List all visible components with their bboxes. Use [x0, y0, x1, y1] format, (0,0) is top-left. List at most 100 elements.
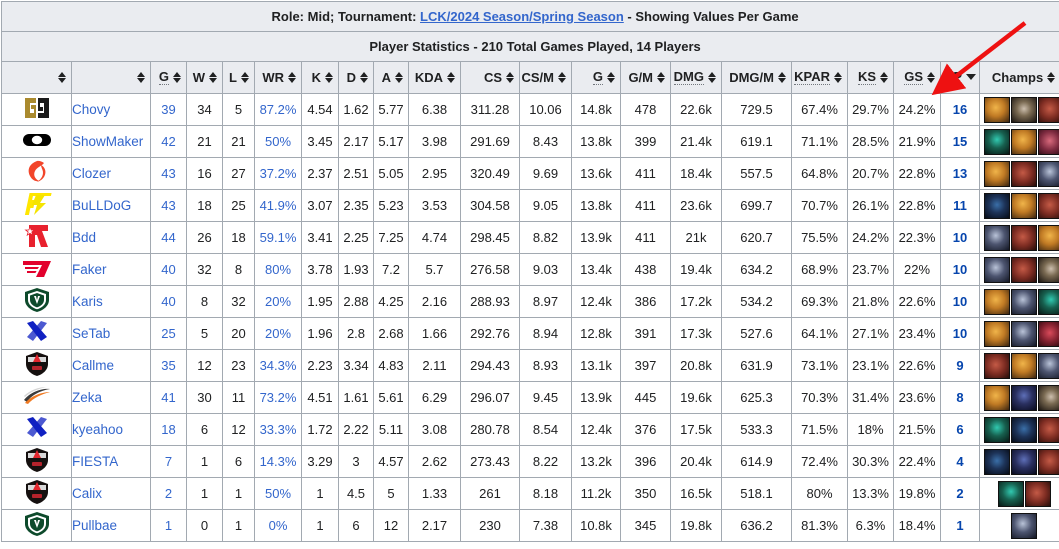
player-name-cell[interactable]: FIESTA — [72, 446, 151, 478]
column-header-kda[interactable]: KDA — [409, 62, 461, 94]
team-logo-hanwha-life[interactable] — [2, 510, 72, 542]
team-logo-t1[interactable] — [2, 254, 72, 286]
player-name-cell[interactable]: kyeahoo — [72, 414, 151, 446]
sort-toggle-icon[interactable] — [708, 71, 717, 84]
champion-akali-icon[interactable] — [1011, 417, 1037, 443]
player-name-cell[interactable]: Chovy — [72, 94, 151, 126]
champion-neeko-icon[interactable] — [1038, 257, 1059, 283]
champion-ahri-icon[interactable] — [1038, 289, 1059, 315]
champion-taliyah-icon[interactable] — [1011, 257, 1037, 283]
player-name-cell[interactable]: Faker — [72, 254, 151, 286]
player-link[interactable]: kyeahoo — [72, 422, 123, 437]
column-header-dmgm[interactable]: DMG/M — [722, 62, 792, 94]
player-link[interactable]: Callme — [72, 358, 114, 373]
champion-neeko-icon[interactable] — [1011, 97, 1037, 123]
sort-toggle-icon[interactable] — [880, 71, 889, 84]
sort-toggle-icon[interactable] — [607, 71, 616, 84]
champion-taliyah-icon[interactable] — [1038, 449, 1059, 475]
team-logo-oksavingsbank-brion[interactable] — [2, 478, 72, 510]
column-header-l[interactable]: L — [223, 62, 255, 94]
player-link[interactable]: Clozer — [72, 166, 111, 181]
champion-orianna-icon[interactable] — [984, 257, 1010, 283]
column-header-cp[interactable]: CP — [941, 62, 980, 94]
champion-yone-icon[interactable] — [1038, 321, 1059, 347]
player-name-cell[interactable]: BuLLDoG — [72, 190, 151, 222]
player-name-cell[interactable]: Bdd — [72, 222, 151, 254]
column-header-gold[interactable]: G — [572, 62, 621, 94]
player-link[interactable]: Pullbae — [72, 518, 117, 533]
champion-taliyah-icon[interactable] — [984, 353, 1010, 379]
column-header-player[interactable] — [72, 62, 151, 94]
column-header-w[interactable]: W — [187, 62, 223, 94]
sort-desc-icon[interactable] — [966, 71, 975, 84]
sort-toggle-icon[interactable] — [173, 71, 182, 84]
team-logo-gen-g[interactable] — [2, 94, 72, 126]
column-header-team[interactable] — [2, 62, 72, 94]
sort-toggle-icon[interactable] — [558, 71, 567, 84]
column-header-gm[interactable]: G/M — [621, 62, 671, 94]
team-logo-hanwha-life[interactable] — [2, 286, 72, 318]
player-name-cell[interactable]: Calix — [72, 478, 151, 510]
sort-toggle-icon[interactable] — [395, 71, 404, 84]
sort-toggle-icon[interactable] — [288, 71, 297, 84]
champion-taliyah-icon[interactable] — [1038, 97, 1059, 123]
player-link[interactable]: Faker — [72, 262, 107, 277]
champion-taliyah-icon[interactable] — [1011, 161, 1037, 187]
player-link[interactable]: SeTab — [72, 326, 110, 341]
champion-azir-icon[interactable] — [984, 97, 1010, 123]
sort-toggle-icon[interactable] — [778, 71, 787, 84]
champion-akali-icon[interactable] — [984, 449, 1010, 475]
sort-toggle-icon[interactable] — [506, 71, 515, 84]
column-header-champs[interactable]: Champs — [980, 62, 1059, 94]
team-logo-kt-rolster[interactable] — [2, 222, 72, 254]
team-logo-dragon-x[interactable] — [2, 382, 72, 414]
sort-toggle-icon[interactable] — [834, 71, 843, 84]
champion-taliyah-icon[interactable] — [1011, 225, 1037, 251]
team-logo-oksavingsbank-brion[interactable] — [2, 350, 72, 382]
champion-neeko-icon[interactable] — [1038, 385, 1059, 411]
player-link[interactable]: Karis — [72, 294, 103, 309]
champion-hwei-icon[interactable] — [1011, 449, 1037, 475]
team-logo-kwangdong-freecs[interactable] — [2, 318, 72, 350]
tournament-link[interactable]: LCK/2024 Season/Spring Season — [420, 9, 624, 24]
player-link[interactable]: Chovy — [72, 102, 110, 117]
player-link[interactable]: Calix — [72, 486, 102, 501]
champion-azir-icon[interactable] — [1038, 225, 1059, 251]
player-link[interactable]: Zeka — [72, 390, 102, 405]
champion-hwei-icon[interactable] — [1011, 385, 1037, 411]
champion-taliyah-icon[interactable] — [1038, 193, 1059, 219]
player-link[interactable]: ShowMaker — [72, 134, 143, 149]
champion-azir-icon[interactable] — [984, 161, 1010, 187]
sort-toggle-icon[interactable] — [137, 71, 146, 84]
champion-orianna-icon[interactable] — [1011, 321, 1037, 347]
team-logo-oksavingsbank-brion[interactable] — [2, 446, 72, 478]
champion-azir-icon[interactable] — [1011, 193, 1037, 219]
champion-ahri-icon[interactable] — [984, 129, 1010, 155]
player-link[interactable]: FIESTA — [72, 454, 118, 469]
champion-orianna-icon[interactable] — [1011, 289, 1037, 315]
player-name-cell[interactable]: Clozer — [72, 158, 151, 190]
column-header-a[interactable]: A — [374, 62, 409, 94]
column-header-csm[interactable]: CS/M — [520, 62, 572, 94]
champion-taliyah-icon[interactable] — [1038, 417, 1059, 443]
player-name-cell[interactable]: Callme — [72, 350, 151, 382]
column-header-d[interactable]: D — [339, 62, 374, 94]
column-header-wr[interactable]: WR — [255, 62, 302, 94]
champion-orianna-icon[interactable] — [1038, 161, 1059, 187]
champion-azir-icon[interactable] — [984, 289, 1010, 315]
champion-azir-icon[interactable] — [984, 385, 1010, 411]
player-name-cell[interactable]: SeTab — [72, 318, 151, 350]
column-header-ks[interactable]: KS — [848, 62, 894, 94]
sort-toggle-icon[interactable] — [657, 71, 666, 84]
column-header-kpar[interactable]: KPAR — [792, 62, 848, 94]
sort-toggle-icon[interactable] — [325, 71, 334, 84]
team-logo-kwangdong-freecs[interactable] — [2, 414, 72, 446]
player-link[interactable]: BuLLDoG — [72, 198, 131, 213]
team-logo-nongshim-redforce[interactable] — [2, 158, 72, 190]
champion-azir-icon[interactable] — [984, 321, 1010, 347]
sort-toggle-icon[interactable] — [447, 71, 456, 84]
player-name-cell[interactable]: ShowMaker — [72, 126, 151, 158]
column-header-k[interactable]: K — [302, 62, 339, 94]
champion-orianna-icon[interactable] — [984, 225, 1010, 251]
champion-taliyah-icon[interactable] — [1025, 481, 1051, 507]
